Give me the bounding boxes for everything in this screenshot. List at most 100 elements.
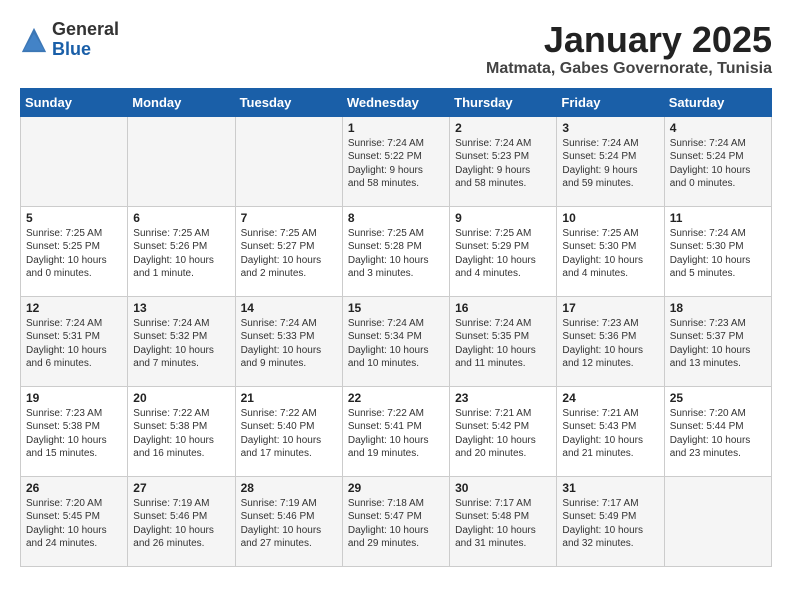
day-content: Sunrise: 7:23 AM Sunset: 5:38 PM Dayligh… — [26, 407, 122, 461]
calendar-cell: 9 Sunrise: 7:25 AM Sunset: 5:29 PM Daylig… — [450, 206, 557, 296]
calendar-cell: 5 Sunrise: 7:25 AM Sunset: 5:25 PM Daylig… — [21, 206, 128, 296]
calendar-cell: 18 Sunrise: 7:23 AM Sunset: 5:37 PM Dayli… — [664, 296, 771, 386]
day-content: Sunrise: 7:24 AM Sunset: 5:23 PM Dayligh… — [455, 137, 551, 191]
day-number: 30 — [455, 481, 551, 495]
day-content: Sunrise: 7:21 AM Sunset: 5:42 PM Dayligh… — [455, 407, 551, 461]
day-number: 31 — [562, 481, 658, 495]
day-content: Sunrise: 7:25 AM Sunset: 5:29 PM Dayligh… — [455, 227, 551, 281]
day-number: 6 — [133, 211, 229, 225]
day-content: Sunrise: 7:22 AM Sunset: 5:40 PM Dayligh… — [241, 407, 337, 461]
day-content: Sunrise: 7:23 AM Sunset: 5:37 PM Dayligh… — [670, 317, 766, 371]
col-monday: Monday — [128, 88, 235, 116]
day-number: 14 — [241, 301, 337, 315]
day-number: 4 — [670, 121, 766, 135]
calendar-cell — [235, 116, 342, 206]
logo-icon — [20, 26, 48, 54]
header-row: Sunday Monday Tuesday Wednesday Thursday… — [21, 88, 772, 116]
calendar-cell: 25Sunrise: 7:20 AM Sunset: 5:44 PM Dayli… — [664, 386, 771, 476]
day-content: Sunrise: 7:17 AM Sunset: 5:48 PM Dayligh… — [455, 497, 551, 551]
day-content: Sunrise: 7:24 AM Sunset: 5:32 PM Dayligh… — [133, 317, 229, 371]
day-content: Sunrise: 7:23 AM Sunset: 5:36 PM Dayligh… — [562, 317, 658, 371]
calendar-cell: 27Sunrise: 7:19 AM Sunset: 5:46 PM Dayli… — [128, 476, 235, 566]
calendar-cell: 6 Sunrise: 7:25 AM Sunset: 5:26 PM Daylig… — [128, 206, 235, 296]
day-content: Sunrise: 7:25 AM Sunset: 5:25 PM Dayligh… — [26, 227, 122, 281]
day-content: Sunrise: 7:25 AM Sunset: 5:28 PM Dayligh… — [348, 227, 444, 281]
day-number: 5 — [26, 211, 122, 225]
day-content: Sunrise: 7:24 AM Sunset: 5:34 PM Dayligh… — [348, 317, 444, 371]
calendar-cell — [128, 116, 235, 206]
day-content: Sunrise: 7:24 AM Sunset: 5:22 PM Dayligh… — [348, 137, 444, 191]
day-content: Sunrise: 7:25 AM Sunset: 5:26 PM Dayligh… — [133, 227, 229, 281]
day-content: Sunrise: 7:24 AM Sunset: 5:24 PM Dayligh… — [562, 137, 658, 191]
calendar-cell: 26Sunrise: 7:20 AM Sunset: 5:45 PM Dayli… — [21, 476, 128, 566]
day-content: Sunrise: 7:25 AM Sunset: 5:27 PM Dayligh… — [241, 227, 337, 281]
calendar-cell: 28Sunrise: 7:19 AM Sunset: 5:46 PM Dayli… — [235, 476, 342, 566]
day-number: 10 — [562, 211, 658, 225]
day-number: 18 — [670, 301, 766, 315]
month-title: January 2025 — [486, 20, 772, 60]
calendar-cell: 11 Sunrise: 7:24 AM Sunset: 5:30 PM Dayli… — [664, 206, 771, 296]
col-sunday: Sunday — [21, 88, 128, 116]
day-number: 20 — [133, 391, 229, 405]
day-number: 11 — [670, 211, 766, 225]
day-number: 29 — [348, 481, 444, 495]
title-block: January 2025 Matmata, Gabes Governorate,… — [486, 20, 772, 78]
calendar-week-2: 12Sunrise: 7:24 AM Sunset: 5:31 PM Dayli… — [21, 296, 772, 386]
calendar-cell: 31 Sunrise: 7:17 AM Sunset: 5:49 PM Dayli… — [557, 476, 664, 566]
day-content: Sunrise: 7:20 AM Sunset: 5:45 PM Dayligh… — [26, 497, 122, 551]
calendar-table: Sunday Monday Tuesday Wednesday Thursday… — [20, 88, 772, 567]
calendar-cell — [21, 116, 128, 206]
page-header: General Blue January 2025 Matmata, Gabes… — [20, 20, 772, 78]
day-number: 27 — [133, 481, 229, 495]
day-content: Sunrise: 7:18 AM Sunset: 5:47 PM Dayligh… — [348, 497, 444, 551]
day-content: Sunrise: 7:24 AM Sunset: 5:33 PM Dayligh… — [241, 317, 337, 371]
day-number: 13 — [133, 301, 229, 315]
day-content: Sunrise: 7:22 AM Sunset: 5:41 PM Dayligh… — [348, 407, 444, 461]
day-number: 15 — [348, 301, 444, 315]
day-content: Sunrise: 7:24 AM Sunset: 5:30 PM Dayligh… — [670, 227, 766, 281]
calendar-cell: 20 Sunrise: 7:22 AM Sunset: 5:38 PM Dayli… — [128, 386, 235, 476]
day-number: 17 — [562, 301, 658, 315]
col-tuesday: Tuesday — [235, 88, 342, 116]
calendar-week-1: 5 Sunrise: 7:25 AM Sunset: 5:25 PM Daylig… — [21, 206, 772, 296]
calendar-cell: 15 Sunrise: 7:24 AM Sunset: 5:34 PM Dayli… — [342, 296, 449, 386]
day-number: 25 — [670, 391, 766, 405]
day-number: 22 — [348, 391, 444, 405]
day-number: 8 — [348, 211, 444, 225]
day-number: 2 — [455, 121, 551, 135]
col-friday: Friday — [557, 88, 664, 116]
calendar-cell: 29 Sunrise: 7:18 AM Sunset: 5:47 PM Dayli… — [342, 476, 449, 566]
day-content: Sunrise: 7:24 AM Sunset: 5:35 PM Dayligh… — [455, 317, 551, 371]
day-number: 23 — [455, 391, 551, 405]
calendar-cell: 10Sunrise: 7:25 AM Sunset: 5:30 PM Dayli… — [557, 206, 664, 296]
calendar-cell: 1Sunrise: 7:24 AM Sunset: 5:22 PM Daylig… — [342, 116, 449, 206]
day-content: Sunrise: 7:19 AM Sunset: 5:46 PM Dayligh… — [241, 497, 337, 551]
calendar-week-3: 19 Sunrise: 7:23 AM Sunset: 5:38 PM Dayli… — [21, 386, 772, 476]
col-wednesday: Wednesday — [342, 88, 449, 116]
calendar-cell: 13 Sunrise: 7:24 AM Sunset: 5:32 PM Dayli… — [128, 296, 235, 386]
calendar-cell: 12Sunrise: 7:24 AM Sunset: 5:31 PM Dayli… — [21, 296, 128, 386]
day-number: 16 — [455, 301, 551, 315]
location: Matmata, Gabes Governorate, Tunisia — [486, 60, 772, 78]
calendar-cell: 8 Sunrise: 7:25 AM Sunset: 5:28 PM Daylig… — [342, 206, 449, 296]
day-content: Sunrise: 7:17 AM Sunset: 5:49 PM Dayligh… — [562, 497, 658, 551]
calendar-cell: 23 Sunrise: 7:21 AM Sunset: 5:42 PM Dayli… — [450, 386, 557, 476]
day-number: 21 — [241, 391, 337, 405]
calendar-body: 1Sunrise: 7:24 AM Sunset: 5:22 PM Daylig… — [21, 116, 772, 566]
col-saturday: Saturday — [664, 88, 771, 116]
logo-text: General Blue — [52, 20, 119, 60]
day-number: 12 — [26, 301, 122, 315]
logo-general: General — [52, 20, 119, 40]
calendar-cell: 19 Sunrise: 7:23 AM Sunset: 5:38 PM Dayli… — [21, 386, 128, 476]
calendar-cell: 4Sunrise: 7:24 AM Sunset: 5:24 PM Daylig… — [664, 116, 771, 206]
day-number: 9 — [455, 211, 551, 225]
calendar-cell: 16 Sunrise: 7:24 AM Sunset: 5:35 PM Dayli… — [450, 296, 557, 386]
day-number: 19 — [26, 391, 122, 405]
calendar-cell: 21 Sunrise: 7:22 AM Sunset: 5:40 PM Dayli… — [235, 386, 342, 476]
calendar-cell — [664, 476, 771, 566]
day-content: Sunrise: 7:22 AM Sunset: 5:38 PM Dayligh… — [133, 407, 229, 461]
logo-blue: Blue — [52, 40, 119, 60]
calendar-cell: 3Sunrise: 7:24 AM Sunset: 5:24 PM Daylig… — [557, 116, 664, 206]
calendar-week-0: 1Sunrise: 7:24 AM Sunset: 5:22 PM Daylig… — [21, 116, 772, 206]
logo: General Blue — [20, 20, 119, 60]
